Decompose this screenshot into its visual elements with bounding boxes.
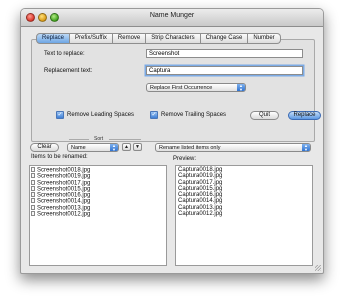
quit-button[interactable]: Quit (250, 111, 279, 120)
sort-popup[interactable]: Name ▲ ▼ (67, 143, 119, 152)
document-icon (31, 185, 35, 191)
checkmark-icon: ✓ (56, 111, 64, 119)
title-bar[interactable]: Name Munger (21, 9, 323, 27)
clear-button[interactable]: Clear (30, 143, 59, 152)
preview-label: Preview: (173, 156, 197, 162)
items-to-rename-label: Items to be renamed: (31, 154, 88, 160)
document-icon (31, 198, 35, 204)
text-to-replace-field[interactable]: Screenshot (146, 49, 303, 58)
chevron-updown-icon: ▲ ▼ (302, 144, 310, 151)
sort-value: Name (71, 145, 86, 151)
tab-number[interactable]: Number (248, 33, 281, 44)
remove-trailing-checkbox[interactable]: ✓ Remove Trailing Spaces (150, 111, 226, 119)
resize-grip-icon[interactable] (315, 265, 321, 271)
replace-button[interactable]: Replace (288, 111, 321, 120)
sort-divider-right (109, 139, 141, 140)
tab-pane: Text to replace: Screenshot Replacement … (31, 39, 321, 142)
replacement-text-field[interactable]: Captura (146, 66, 303, 75)
remove-leading-label: Remove Leading Spaces (67, 112, 135, 118)
tab-strip-characters[interactable]: Strip Characters (146, 33, 201, 44)
sort-ascending-button[interactable]: ▲ (122, 143, 131, 151)
list-item[interactable]: Screenshot0012.jpg (30, 211, 166, 218)
sort-descending-button[interactable]: ▼ (133, 143, 142, 151)
document-icon (31, 179, 35, 185)
remove-trailing-label: Remove Trailing Spaces (161, 112, 227, 118)
replacement-text-label: Replacement text: (44, 68, 93, 74)
text-to-replace-label: Text to replace: (44, 51, 85, 57)
items-list[interactable]: Screenshot0018.jpg Screenshot0019.jpg Sc… (29, 165, 167, 266)
tab-change-case[interactable]: Change Case (200, 33, 249, 44)
window-title: Name Munger (149, 12, 195, 19)
chevron-updown-icon: ▲ ▼ (237, 84, 245, 91)
action-popup[interactable]: Rename listed items only ▲ ▼ (155, 143, 311, 152)
document-icon (31, 173, 35, 179)
preview-list[interactable]: Captura0018.jpg Captura0019.jpg Captura0… (175, 165, 313, 266)
action-value: Rename listed items only (159, 145, 221, 151)
tab-bar: Replace Prefix/Suffix Remove Strip Chara… (36, 33, 281, 44)
replace-mode-value: Replace First Occurrence (150, 85, 213, 91)
document-icon (31, 167, 35, 172)
document-icon (31, 211, 35, 217)
replace-mode-popup[interactable]: Replace First Occurrence ▲ ▼ (146, 83, 246, 92)
document-icon (31, 204, 35, 210)
preview-item: Captura0012.jpg (178, 211, 223, 218)
tab-replace[interactable]: Replace (36, 33, 71, 44)
tab-remove[interactable]: Remove (112, 33, 147, 44)
app-window: Name Munger Text to replace: Screenshot … (20, 8, 324, 274)
tab-prefix-suffix[interactable]: Prefix/Suffix (70, 33, 113, 44)
sort-divider-left (69, 139, 89, 140)
checkmark-icon: ✓ (150, 111, 158, 119)
document-icon (31, 192, 35, 198)
chevron-updown-icon: ▲ ▼ (110, 144, 118, 151)
remove-leading-checkbox[interactable]: ✓ Remove Leading Spaces (56, 111, 134, 119)
sort-label: Sort (94, 136, 104, 142)
